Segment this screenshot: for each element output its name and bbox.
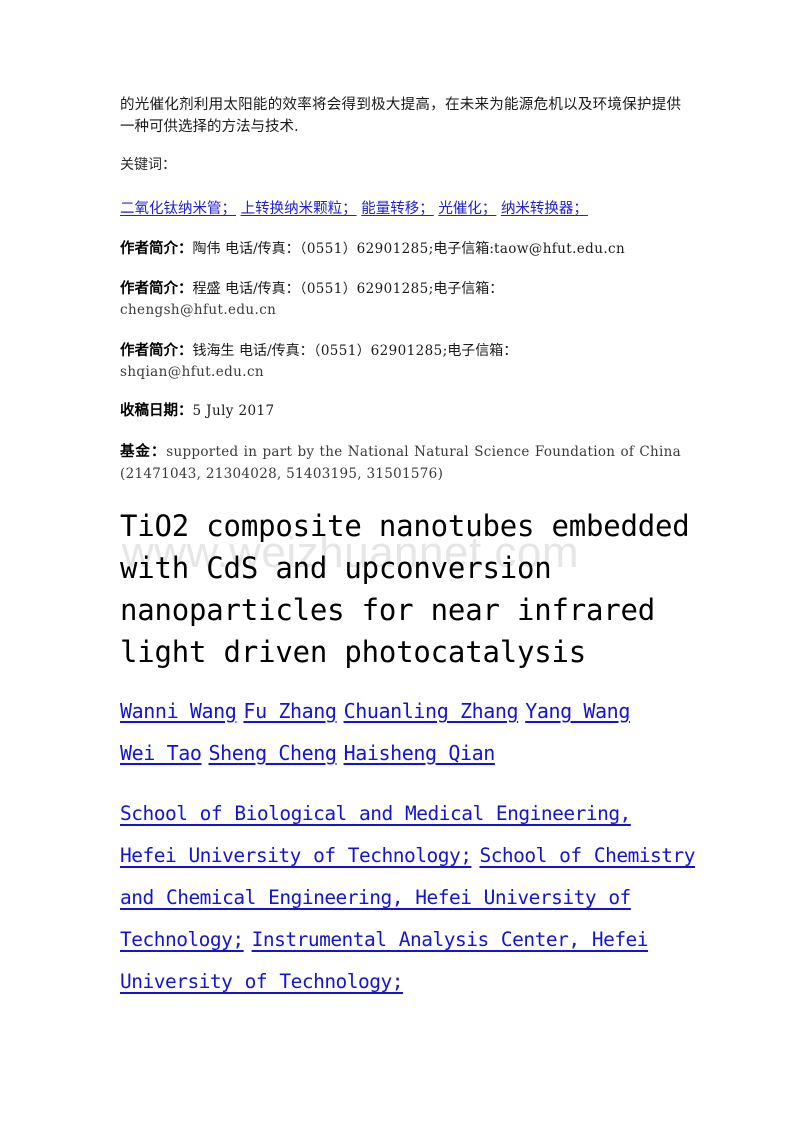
author-bio-2-label: 作者简介：: [120, 280, 193, 297]
author-bio-3-email-label: 电子信箱：: [447, 343, 518, 359]
author-link-2[interactable]: Fu Zhang: [243, 699, 337, 723]
page-title-line-1: TiO2 composite nanotubes embedded: [120, 509, 690, 543]
author-link-7[interactable]: Haisheng Qian: [344, 741, 496, 765]
received-date-value: 5 July 2017: [192, 403, 275, 419]
author-link-4[interactable]: Yang Wang: [525, 699, 630, 723]
page-title: TiO2 composite nanotubes embedded with C…: [120, 505, 700, 673]
author-bio-1-label: 作者简介：: [120, 240, 193, 257]
author-list: Wanni Wang Fu Zhang Chuanling Zhang Yang Wa…: [120, 690, 695, 774]
keyword-link-1[interactable]: 二氧化钛纳米管；: [120, 201, 236, 217]
author-bio-1-name: 陶伟: [192, 241, 221, 257]
keyword-link-3[interactable]: 能量转移；: [361, 201, 434, 217]
received-date-label: 收稿日期：: [120, 402, 193, 419]
funding-label: 基金：: [120, 443, 167, 460]
page-title-line-3: nanoparticles for near infrared: [120, 593, 656, 627]
funding-value: supported in part by the National Natura…: [120, 444, 681, 482]
author-bio-1-contact-label: 电话/传真：: [224, 241, 300, 257]
keywords-list: 二氧化钛纳米管； 上转换纳米颗粒； 能量转移； 光催化； 纳米转换器；: [120, 198, 681, 220]
funding-statement: 基金：supported in part by the National Nat…: [120, 441, 681, 485]
author-bio-3-name: 钱海生: [192, 343, 235, 359]
author-bio-3-contact-label: 电话/传真：: [238, 343, 314, 359]
author-bio-2-email: chengsh@hfut.edu.cn: [120, 302, 277, 318]
keyword-link-4[interactable]: 光催化；: [438, 201, 496, 217]
author-bio-2-name: 程盛: [192, 281, 221, 297]
author-bio-1-phone: （0551）62901285: [299, 241, 429, 257]
keywords-label: 关键词：: [120, 157, 176, 173]
keyword-link-2[interactable]: 上转换纳米颗粒；: [241, 201, 357, 217]
author-bio-2-contact-label: 电话/传真：: [224, 281, 300, 297]
author-bio-1: 作者简介：陶伟 电话/传真：（0551）62901285;电子信箱:taow@h…: [120, 240, 626, 257]
document-page: www.weizhuannet.com 的光催化剂利用太阳能的效率将会得到极大提…: [0, 0, 800, 1132]
abstract-tail-paragraph: 的光催化剂利用太阳能的效率将会得到极大提高，在未来为能源危机以及环境保护提供一种…: [120, 97, 681, 135]
author-bio-3-phone: （0551）62901285: [313, 343, 443, 359]
author-link-5[interactable]: Wei Tao: [120, 741, 202, 765]
author-bio-3-label: 作者简介：: [120, 342, 193, 359]
author-bio-2-email-label: 电子信箱：: [433, 281, 504, 297]
author-bio-3-email: shqian@hfut.edu.cn: [120, 364, 264, 380]
author-bio-1-email-label: 电子信箱:: [433, 241, 495, 257]
page-title-line-2: with CdS and upconversion: [120, 551, 552, 585]
author-bio-2: 作者简介：程盛 电话/传真：（0551）62901285;电子信箱：: [120, 280, 504, 297]
author-bio-3: 作者简介：钱海生 电话/传真：（0551）62901285;电子信箱：: [120, 342, 518, 359]
affiliation-list: School of Biological and Medical Enginee…: [120, 793, 698, 1003]
author-link-1[interactable]: Wanni Wang: [120, 699, 237, 723]
page-title-line-4: light driven photocatalysis: [120, 635, 587, 669]
author-link-6[interactable]: Sheng Cheng: [209, 741, 337, 765]
author-link-3[interactable]: Chuanling Zhang: [344, 699, 519, 723]
author-bio-2-phone: （0551）62901285: [299, 281, 429, 297]
received-date: 收稿日期：5 July 2017: [120, 400, 681, 422]
author-bio-1-email: taow@hfut.edu.cn: [494, 241, 626, 257]
keyword-link-5[interactable]: 纳米转换器；: [501, 201, 588, 217]
